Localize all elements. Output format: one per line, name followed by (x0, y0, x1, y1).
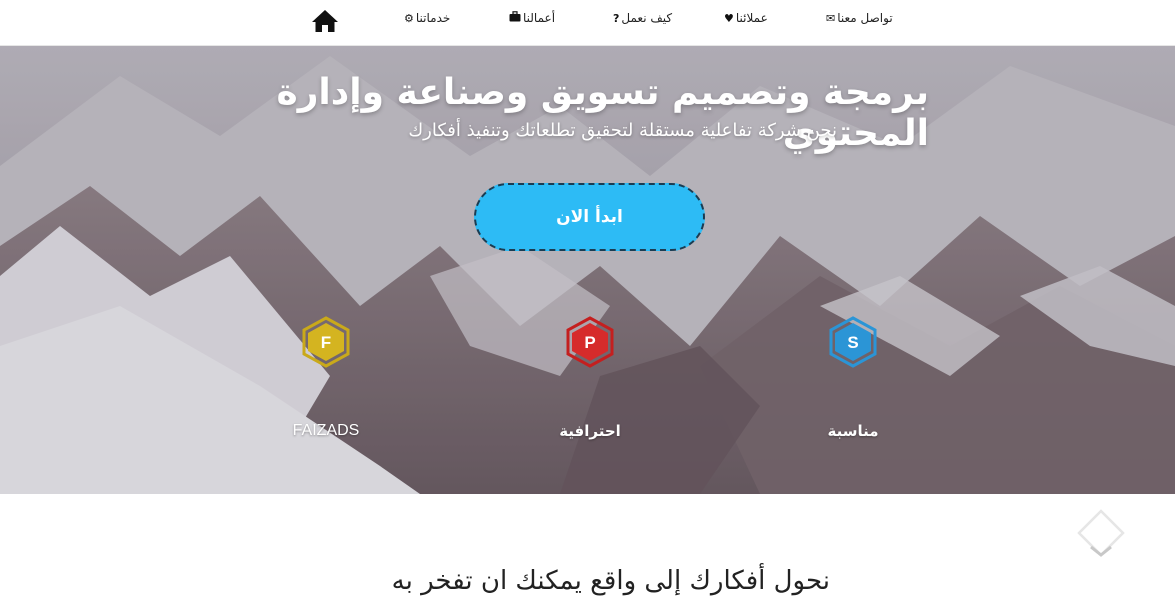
feature-label: FAIZADS (292, 422, 360, 439)
svg-text:P: P (584, 333, 595, 352)
top-navbar: ✉ تواصل معنا ♥ عملائنا ? كيف نعمل أعمالن… (0, 0, 1175, 46)
feature-label: احترافية (559, 422, 621, 440)
nav-item-contact[interactable]: ✉ تواصل معنا (826, 10, 893, 26)
svg-text:S: S (847, 333, 858, 352)
feature-suitable: S مناسبة (773, 316, 933, 440)
scroll-down-button[interactable] (1077, 509, 1125, 561)
gears-icon: ⚙ (404, 11, 414, 25)
heart-icon: ♥ (724, 11, 734, 25)
briefcase-icon (509, 11, 521, 25)
chevron-down-icon (1077, 509, 1125, 557)
feature-faizads: F FAIZADS (246, 316, 406, 439)
hexagon-s-icon: S (829, 316, 877, 368)
nav-item-label: كيف نعمل (621, 11, 673, 25)
hexagon-p-icon: P (566, 316, 614, 368)
nav-item-label: أعمالنا (523, 11, 556, 25)
nav-item-works[interactable]: أعمالنا (509, 10, 555, 26)
home-icon (312, 10, 338, 32)
nav-item-clients[interactable]: ♥ عملائنا (724, 10, 768, 26)
hero-subtitle: نحن شركة تفاعلية مستقلة لتحقيق تطلعاتك و… (408, 120, 837, 141)
envelope-icon: ✉ (826, 11, 836, 25)
nav-item-how-we-work[interactable]: ? كيف نعمل (613, 10, 672, 26)
hexagon-f-icon: F (302, 316, 350, 368)
hero-section: برمجة وتصميم تسويق وصناعة وإدارة المحتوي… (0, 46, 1175, 494)
question-icon: ? (613, 11, 620, 25)
nav-item-label: خدماتنا (415, 11, 451, 25)
feature-label: مناسبة (827, 422, 879, 440)
home-button[interactable] (311, 9, 339, 33)
start-now-button[interactable]: ابدأ الان (474, 183, 705, 251)
hero-title: برمجة وتصميم تسويق وصناعة وإدارة المحتوي (276, 72, 929, 154)
feature-professional: P احترافية (510, 316, 670, 440)
nav-item-label: تواصل معنا (837, 11, 893, 25)
section-title: نحول أفكارك إلى واقع يمكنك ان تفخر به (391, 566, 830, 596)
svg-text:F: F (321, 333, 331, 352)
nav-item-label: عملائنا (735, 11, 768, 25)
nav-item-services[interactable]: ⚙ خدماتنا (404, 10, 450, 26)
